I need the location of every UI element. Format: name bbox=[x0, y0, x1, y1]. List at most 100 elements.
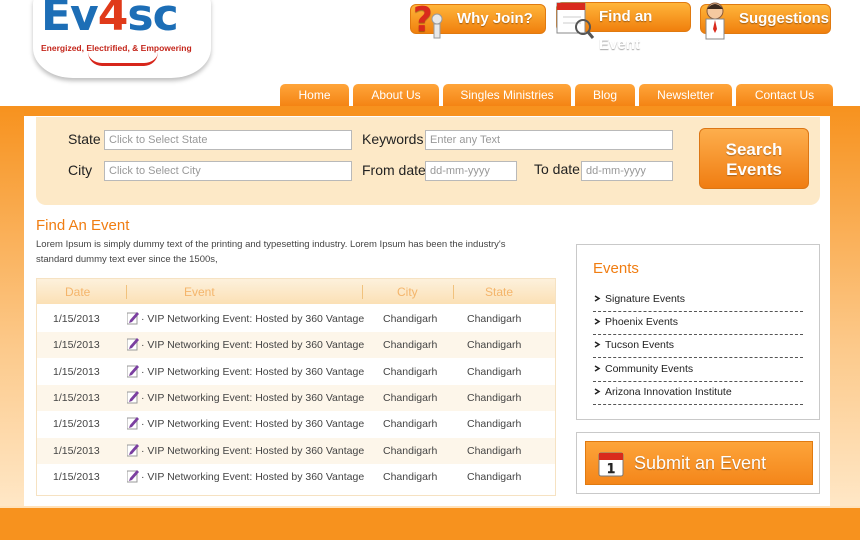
row-city: Chandigarh bbox=[383, 418, 438, 431]
row-city: Chandigarh bbox=[383, 470, 438, 483]
nav-newsletter[interactable]: Newsletter bbox=[639, 84, 732, 106]
row-event-link[interactable]: · VIP Networking Event: Hosted by 360 Va… bbox=[141, 418, 364, 430]
left-border bbox=[0, 106, 24, 506]
submit-an-event-label: Submit an Event bbox=[634, 453, 767, 473]
events-sidebar-title: Events bbox=[593, 260, 639, 277]
row-state: Chandigarh bbox=[467, 418, 522, 431]
pencil-icon bbox=[127, 390, 139, 404]
row-city: Chandigarh bbox=[383, 365, 438, 378]
businessman-icon bbox=[705, 2, 725, 40]
nav-singles-ministries[interactable]: Singles Ministries bbox=[443, 84, 571, 106]
table-row[interactable]: 1/15/2013 · VIP Networking Event: Hosted … bbox=[37, 437, 555, 464]
nav-blog[interactable]: Blog bbox=[575, 84, 635, 106]
events-sidebar-item-label: Tucson Events bbox=[605, 339, 675, 352]
find-an-event-label: Find an Event bbox=[599, 8, 653, 53]
nav-about-us[interactable]: About Us bbox=[353, 84, 439, 106]
row-date: 1/15/2013 bbox=[53, 365, 100, 378]
row-state: Chandigarh bbox=[467, 365, 522, 378]
find-an-event-button[interactable]: Find an Event bbox=[556, 2, 691, 53]
to-date-input[interactable] bbox=[581, 161, 673, 181]
pencil-icon bbox=[127, 469, 139, 483]
arrow-bullet-icon bbox=[594, 364, 601, 372]
question-mark-figure-icon: ? bbox=[413, 0, 443, 40]
events-sidebar-item[interactable]: Signature Events bbox=[593, 289, 803, 312]
arrow-bullet-icon bbox=[594, 295, 601, 302]
site-logo[interactable]: Ev4sc Energized, Electrified, & Empoweri… bbox=[33, 0, 213, 80]
row-event-link[interactable]: · VIP Networking Event: Hosted by 360 Va… bbox=[141, 339, 364, 351]
find-an-event-description: Lorem Ipsum is simply dummy text of the … bbox=[36, 239, 506, 265]
row-date: 1/15/2013 bbox=[53, 444, 100, 457]
submit-an-event-button[interactable]: 1 Submit an Event bbox=[585, 441, 813, 485]
city-label: City bbox=[68, 162, 93, 178]
search-button-line2: Events bbox=[726, 160, 782, 179]
suggestions-button[interactable]: Suggestions bbox=[700, 2, 831, 40]
arrow-bullet-icon bbox=[594, 341, 601, 349]
nav-contact-us[interactable]: Contact Us bbox=[736, 84, 833, 106]
arrow-bullet-icon bbox=[594, 388, 601, 395]
events-sidebar-item[interactable]: Phoenix Events bbox=[593, 312, 803, 336]
table-row[interactable]: 1/15/2013 · VIP Networking Event: Hosted … bbox=[37, 359, 555, 385]
row-state: Chandigarh bbox=[467, 470, 522, 483]
events-sidebar-item[interactable]: Community Events bbox=[593, 359, 803, 382]
search-button-line1: Search bbox=[725, 140, 783, 159]
keywords-input[interactable] bbox=[425, 130, 673, 150]
pencil-icon bbox=[127, 364, 139, 378]
from-date-input[interactable] bbox=[425, 161, 517, 181]
pencil-icon bbox=[127, 338, 139, 351]
header-divider bbox=[126, 285, 127, 299]
row-city: Chandigarh bbox=[383, 339, 438, 352]
main-nav: Home About Us Singles Ministries Blog Ne… bbox=[280, 84, 833, 106]
nav-home[interactable]: Home bbox=[280, 84, 349, 106]
row-city: Chandigarh bbox=[383, 313, 438, 325]
header-city: City bbox=[397, 285, 418, 299]
search-events-button[interactable]: Search Events bbox=[699, 128, 809, 189]
row-date: 1/15/2013 bbox=[53, 339, 100, 352]
header-divider bbox=[453, 285, 454, 299]
header-date: Date bbox=[65, 285, 91, 299]
why-join-button[interactable]: ? Why Join? bbox=[410, 0, 546, 40]
state-label: State bbox=[68, 131, 101, 147]
row-event-link[interactable]: · VIP Networking Event: Hosted by 360 Va… bbox=[141, 445, 364, 457]
row-state: Chandigarh bbox=[467, 313, 522, 325]
calendar-day: 1 bbox=[606, 462, 615, 477]
header-state: State bbox=[485, 285, 514, 299]
row-date: 1/15/2013 bbox=[53, 418, 100, 431]
events-sidebar-item-label: Phoenix Events bbox=[605, 316, 678, 329]
table-row[interactable]: 1/15/2013 · VIP Networking Event: Hosted … bbox=[37, 464, 555, 490]
svg-text:?: ? bbox=[413, 0, 433, 40]
row-event-link[interactable]: · VIP Networking Event: Hosted by 360 Va… bbox=[141, 392, 364, 404]
row-event-link[interactable]: · VIP Networking Event: Hosted by 360 Va… bbox=[141, 471, 364, 483]
row-date: 1/15/2013 bbox=[53, 391, 100, 404]
logo-tagline: Energized, Electrified, & Empowering bbox=[41, 43, 192, 53]
header-divider bbox=[362, 285, 363, 299]
events-table: Date Event City State 1/15/2013 · VIP Net… bbox=[36, 278, 556, 496]
calendar-magnifier-icon bbox=[556, 2, 595, 39]
to-date-label: To date bbox=[534, 161, 580, 177]
table-row[interactable]: 1/15/2013 · VIP Networking Event: Hosted … bbox=[37, 332, 555, 359]
city-select[interactable] bbox=[104, 161, 352, 181]
row-state: Chandigarh bbox=[467, 339, 522, 352]
from-date-label: From date bbox=[362, 162, 426, 178]
row-city: Chandigarh bbox=[383, 391, 438, 404]
table-row[interactable]: 1/15/2013 · VIP Networking Event: Hosted … bbox=[37, 384, 555, 411]
logo-wordmark: Ev4sc bbox=[41, 0, 179, 41]
events-sidebar-item-label: Signature Events bbox=[605, 293, 685, 305]
pencil-icon bbox=[127, 312, 139, 325]
keywords-label: Keywords bbox=[362, 131, 424, 147]
header-event: Event bbox=[184, 285, 215, 299]
find-an-event-title: Find An Event bbox=[36, 217, 130, 234]
table-row[interactable]: 1/15/2013 · VIP Networking Event: Hosted … bbox=[37, 306, 555, 332]
row-city: Chandigarh bbox=[383, 444, 438, 457]
row-event-link[interactable]: · VIP Networking Event: Hosted by 360 Va… bbox=[141, 366, 364, 378]
state-select[interactable] bbox=[104, 130, 352, 150]
logo-swoosh bbox=[88, 52, 158, 66]
arrow-bullet-icon bbox=[594, 318, 601, 325]
right-border bbox=[830, 106, 860, 506]
row-event-link[interactable]: · VIP Networking Event: Hosted by 360 Va… bbox=[141, 313, 364, 325]
events-sidebar-item-label: Community Events bbox=[605, 362, 694, 375]
why-join-label: Why Join? bbox=[457, 10, 533, 27]
events-sidebar-item[interactable]: Tucson Events bbox=[593, 335, 803, 359]
events-sidebar-item[interactable]: Arizona Innovation Institute bbox=[593, 382, 803, 405]
table-row[interactable]: 1/15/2013 · VIP Networking Event: Hosted … bbox=[37, 411, 555, 437]
events-sidebar: Events Signature Events Phoenix Events Tuc… bbox=[576, 244, 820, 420]
